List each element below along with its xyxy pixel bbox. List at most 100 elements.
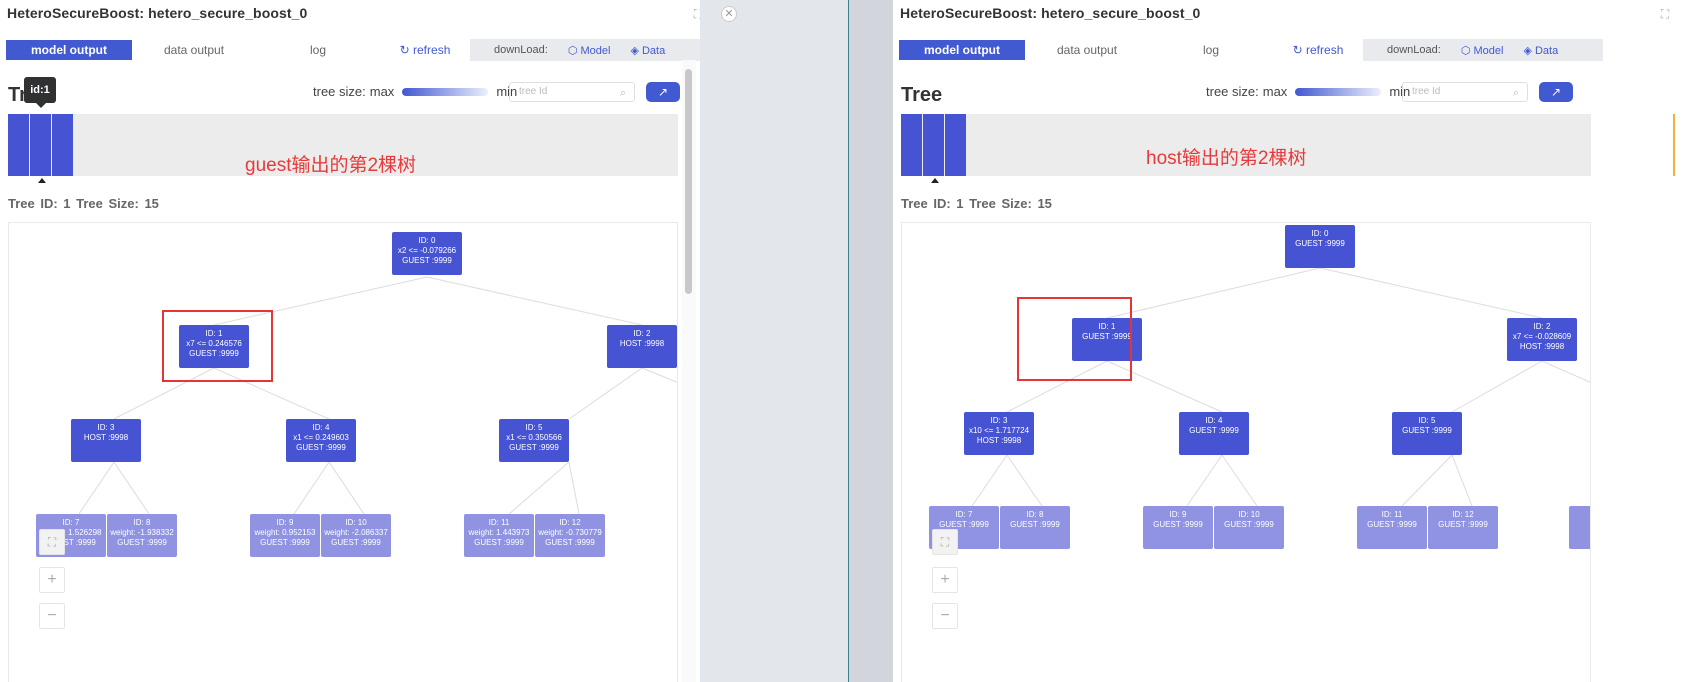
tab-log[interactable]: log [256, 40, 380, 60]
node-id: ID: 8 [133, 518, 151, 527]
model-icon: ⬡ [1460, 44, 1474, 57]
tab-model-output[interactable]: model output [6, 40, 132, 60]
tree-bar[interactable] [923, 114, 944, 176]
leaf-node[interactable]: ID: 12 weight: -0.730779 GUEST :9999 [535, 514, 605, 557]
leaf-node[interactable]: ID: 9 weight: 0.952153 GUEST :9999 [250, 514, 320, 557]
tab-bar: model output data output log ↻ refresh d… [899, 39, 1603, 61]
refresh-label: refresh [1306, 43, 1344, 57]
tree-size-slider[interactable] [402, 87, 489, 96]
tree-node[interactable]: ID: 4 x1 <= 0.249603 GUEST :9999 [286, 419, 356, 462]
edge [1401, 454, 1453, 507]
selected-tree-marker [38, 178, 46, 183]
expand-icon[interactable]: ⛶ [1657, 6, 1673, 22]
close-icon[interactable]: ✕ [721, 6, 737, 22]
refresh-button[interactable]: ↻ refresh [1273, 40, 1363, 60]
refresh-icon: ↻ [399, 43, 414, 57]
tree-bar[interactable] [8, 114, 29, 176]
tree-canvas[interactable]: ID: 0 x2 <= -0.079266 GUEST :9999 ID: 1 x7 … [8, 222, 678, 682]
tab-log[interactable]: log [1149, 40, 1273, 60]
highlight-box [1017, 297, 1132, 381]
tree-bar[interactable] [30, 114, 51, 176]
leaf-node[interactable]: ID: 11 GUEST :9999 [1357, 506, 1427, 549]
tree-node[interactable]: ID: 5 x1 <= 0.350566 GUEST :9999 [499, 419, 569, 462]
tree-node[interactable]: ID: 5 GUEST :9999 [1392, 412, 1462, 455]
download-model-link[interactable]: ⬡ Model [1461, 44, 1504, 57]
zoom-in-icon[interactable]: + [932, 567, 958, 593]
refresh-button[interactable]: ↻ refresh [380, 40, 470, 60]
tree-node[interactable]: ID: 2 HOST :9998 [607, 325, 677, 368]
leaf-node[interactable]: ID: 9 GUEST :9999 [1143, 506, 1213, 549]
tree-node[interactable]: ID: 0 GUEST :9999 [1285, 225, 1355, 268]
fullscreen-icon[interactable]: ⛶ [932, 529, 958, 555]
node-party: GUEST :9999 [1010, 520, 1060, 529]
leaf-node[interactable]: ID: 8 weight: -1.938332 GUEST :9999 [107, 514, 177, 557]
edge [1451, 360, 1543, 413]
node-party: GUEST :9999 [474, 538, 524, 547]
node-id: ID: 9 [1169, 510, 1187, 519]
leaf-node[interactable]: ID: 10 weight: -2.086337 GUEST :9999 [321, 514, 391, 557]
leaf-node[interactable]: GU [1569, 506, 1590, 549]
tree-node[interactable]: ID: 3 x10 <= 1.717724 HOST :9998 [964, 412, 1034, 455]
tree-id-input[interactable]: tree Id ⌕ [1402, 82, 1528, 102]
edge [1106, 267, 1321, 319]
tree-node[interactable]: ID: 3 HOST :9998 [71, 419, 141, 462]
expand-icon[interactable]: ⛶ [690, 6, 700, 22]
node-party: GUEST :9999 [1295, 239, 1345, 248]
fullscreen-icon[interactable]: ⛶ [39, 529, 65, 555]
leaf-node[interactable]: ID: 12 GUEST :9999 [1428, 506, 1498, 549]
strip-edge [1673, 114, 1675, 176]
edge [113, 461, 150, 515]
tree-size-control: tree size: max min [313, 84, 517, 99]
tree-bar[interactable] [901, 114, 922, 176]
edge [641, 367, 677, 383]
zoom-in-icon[interactable]: + [39, 567, 65, 593]
leaf-node[interactable]: ID: 11 weight: 1.443973 GUEST :9999 [464, 514, 534, 557]
tree-id-input[interactable]: tree Id ⌕ [509, 82, 635, 102]
tab-model-output[interactable]: model output [899, 40, 1025, 60]
tab-data-output[interactable]: data output [1025, 40, 1149, 60]
chart-button[interactable]: ↗ [1539, 82, 1573, 102]
download-data-link[interactable]: ◈ Data [1523, 44, 1558, 57]
node-id: ID: 4 [312, 423, 330, 432]
node-id: ID: 5 [525, 423, 543, 432]
node-id: ID: 10 [345, 518, 367, 527]
node-id: ID: 2 [1533, 322, 1551, 331]
tree-size-label: tree size: [313, 84, 366, 99]
scrollbar[interactable] [685, 69, 692, 294]
download-data-link[interactable]: ◈ Data [630, 44, 665, 57]
node-id: ID: 8 [1026, 510, 1044, 519]
node-id: ID: 3 [990, 416, 1008, 425]
guest-model-panel: HeteroSecureBoost: hetero_secure_boost_0… [0, 0, 700, 682]
tab-data-output[interactable]: data output [132, 40, 256, 60]
tree-node[interactable]: ID: 0 x2 <= -0.079266 GUEST :9999 [392, 232, 462, 275]
tree-size-slider[interactable] [1295, 87, 1382, 96]
leaf-node[interactable]: ID: 10 GUEST :9999 [1214, 506, 1284, 549]
download-data-label: Data [1534, 44, 1559, 57]
tree-size-max: max [369, 84, 395, 99]
highlight-box [162, 310, 273, 382]
selected-tree-marker [931, 178, 939, 183]
node-rule: x1 <= 0.249603 [293, 433, 349, 442]
tree-size-max: max [1262, 84, 1288, 99]
edge [1451, 454, 1473, 507]
zoom-out-icon[interactable]: − [932, 603, 958, 629]
edge [1541, 360, 1590, 383]
tree-bar[interactable] [52, 114, 73, 176]
download-model-link[interactable]: ⬡ Model [568, 44, 611, 57]
tab-bar: model output data output log ↻ refresh d… [6, 39, 700, 61]
tree-info: Tree ID: 1 Tree Size: 15 [901, 196, 1052, 211]
tree-canvas[interactable]: ID: 0 GUEST :9999 ID: 1 GUEST :9999 ID: 2x… [901, 222, 1591, 682]
host-model-panel: HeteroSecureBoost: hetero_secure_boost_0… [893, 0, 1683, 682]
annotation-text: guest输出的第2棵树 [245, 155, 417, 176]
tree-node[interactable]: ID: 2 x7 <= -0.028609 HOST :9998 [1507, 318, 1577, 361]
node-id: ID: 10 [1238, 510, 1260, 519]
tree-bar[interactable] [945, 114, 966, 176]
node-party: GUEST :9999 [1224, 520, 1274, 529]
zoom-out-icon[interactable]: − [39, 603, 65, 629]
leaf-node[interactable]: ID: 8 GUEST :9999 [1000, 506, 1070, 549]
chart-button[interactable]: ↗ [646, 82, 680, 102]
node-party: HOST :9998 [976, 436, 1022, 445]
tree-node[interactable]: ID: 4 GUEST :9999 [1179, 412, 1249, 455]
edge [568, 367, 643, 420]
node-id: ID: 12 [1452, 510, 1474, 519]
